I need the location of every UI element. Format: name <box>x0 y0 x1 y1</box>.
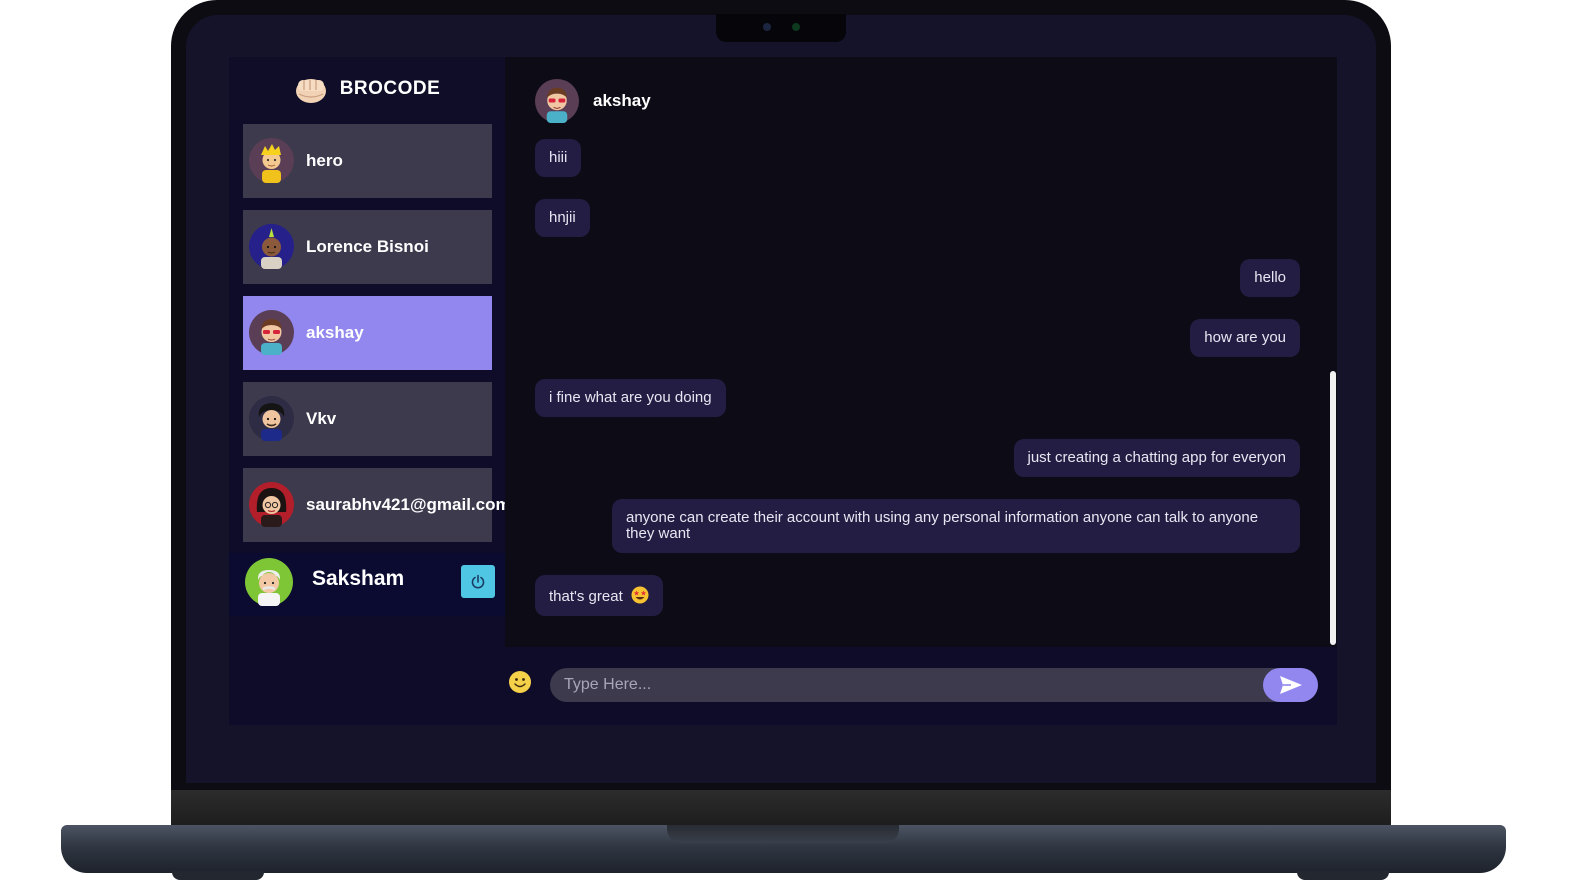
star-struck-emoji-icon <box>631 586 649 604</box>
fist-icon <box>295 79 326 103</box>
logout-button[interactable] <box>461 565 495 598</box>
contact-name: hero <box>306 151 343 170</box>
camera-icon <box>763 23 771 31</box>
contact-list: hero Lorence Bisnoi akshay Vkv saurabhv4… <box>243 124 511 554</box>
chat-header: akshay <box>535 78 651 124</box>
power-icon <box>471 574 485 588</box>
message-scrollbar[interactable] <box>1330 371 1336 645</box>
laptop-opening-notch <box>667 825 899 843</box>
laptop-hinge <box>171 790 1391 826</box>
send-button[interactable] <box>1263 668 1318 702</box>
message-received: i fine what are you doing <box>535 379 726 417</box>
message-received: that's great <box>535 575 663 616</box>
blond-boy-avatar <box>249 138 294 183</box>
sidebar: BROCODE hero Lorence Bisnoi akshay Vkv s… <box>229 57 511 725</box>
smiley-icon[interactable] <box>508 670 532 694</box>
contact-item-lorence-bisnoi[interactable]: Lorence Bisnoi <box>243 210 492 284</box>
contact-name: akshay <box>306 323 364 342</box>
brand-header: BROCODE <box>229 57 505 121</box>
message-sent: how are you <box>1190 319 1300 357</box>
contact-item-vkv[interactable]: Vkv <box>243 382 492 456</box>
camera-indicator-icon <box>792 23 800 31</box>
current-user-panel: Saksham <box>229 553 505 616</box>
message-received: hiii <box>535 139 582 177</box>
contact-item-saurabhv421[interactable]: saurabhv421@gmail.com <box>243 468 511 542</box>
camera-notch <box>716 14 846 42</box>
message-composer <box>505 647 1337 725</box>
old-man-avatar <box>245 558 293 606</box>
send-icon <box>1279 676 1302 694</box>
curly-hair-man-avatar <box>249 396 294 441</box>
mohawk-man-avatar <box>249 224 294 269</box>
message-sent: anyone can create their account with usi… <box>612 499 1300 553</box>
glasses-woman-avatar <box>249 482 294 527</box>
message-sent: just creating a chatting app for everyon <box>1013 439 1300 477</box>
message-received: hnjii <box>535 199 590 237</box>
laptop-foot-right <box>1297 871 1389 880</box>
message-sent: hello <box>1240 259 1300 297</box>
laptop-foot-left <box>172 871 264 880</box>
contact-name: saurabhv421@gmail.com <box>306 495 511 514</box>
chat-app: BROCODE hero Lorence Bisnoi akshay Vkv s… <box>229 57 1337 725</box>
sunglasses-man-avatar <box>535 79 579 123</box>
message-input[interactable] <box>550 668 1318 702</box>
chat-header-name: akshay <box>593 91 651 110</box>
message-text: that's great <box>549 588 623 605</box>
contact-name: Lorence Bisnoi <box>306 237 429 256</box>
current-user-name: Saksham <box>312 567 405 590</box>
brand-name: BROCODE <box>339 78 441 99</box>
chat-panel: akshay hiii hnjii hello how are you i fi… <box>505 57 1337 725</box>
contact-item-hero[interactable]: hero <box>243 124 492 198</box>
contact-item-akshay[interactable]: akshay <box>243 296 492 370</box>
sunglasses-man-avatar <box>249 310 294 355</box>
contact-name: Vkv <box>306 409 337 428</box>
